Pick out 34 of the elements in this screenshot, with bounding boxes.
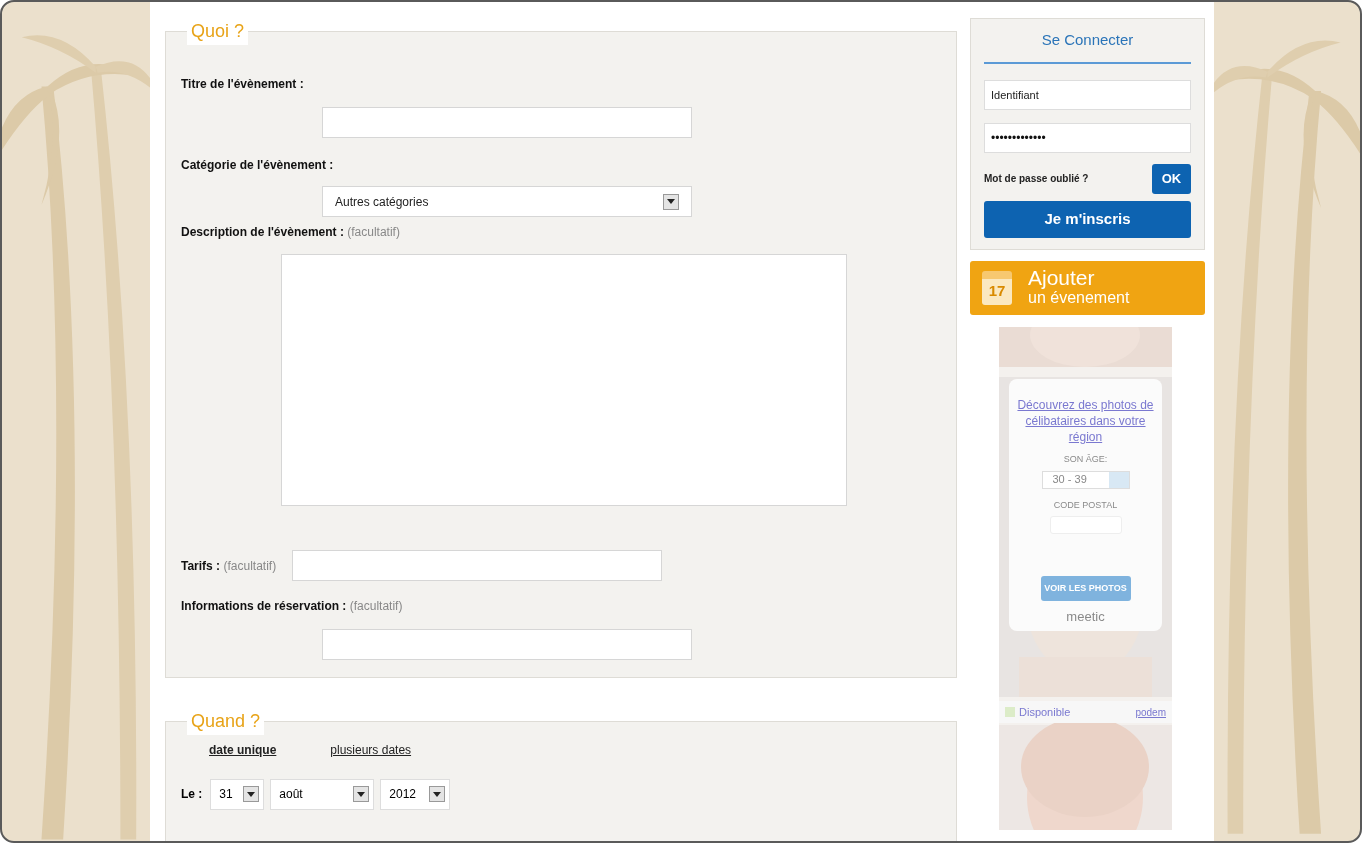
date-select[interactable]: 2012 [380, 778, 451, 810]
date-select[interactable]: 31 [210, 778, 265, 810]
date-mode-tab[interactable]: plusieurs dates [330, 740, 412, 759]
ad-logo: meetic [1066, 608, 1105, 626]
field-label: Tarifs : (facultatif) [181, 557, 277, 575]
ok-button[interactable]: OK [1152, 163, 1191, 194]
age-select[interactable]: 30 - 39 [1041, 470, 1130, 489]
date-select[interactable]: août [270, 778, 375, 810]
username-field[interactable]: Identifiant [984, 79, 1191, 110]
field-label: Titre de l'évènement : [181, 77, 304, 91]
dropdown-button[interactable] [243, 786, 260, 803]
dropdown-button[interactable] [429, 786, 446, 803]
category-select[interactable]: Autres catégories [322, 186, 692, 217]
ad-label: CODE POSTAL [1053, 498, 1118, 512]
description-textarea[interactable] [281, 254, 847, 506]
ad-link[interactable]: podem [1135, 704, 1166, 720]
register-button[interactable]: Je m'inscris [984, 200, 1191, 238]
password-field[interactable]: ••••••••••••• [984, 122, 1191, 153]
dropdown-button[interactable] [353, 786, 370, 803]
calendar-icon: 17 [982, 271, 1012, 305]
field-label: Description de l'évènement : (facultatif) [181, 225, 400, 239]
field-label: Catégorie de l'évènement : [181, 158, 334, 172]
ad-label: SON ÂGE: [1063, 453, 1108, 466]
dropdown-button[interactable] [663, 193, 679, 210]
text-input[interactable] [292, 550, 663, 581]
forgot-password-link[interactable]: Mot de passe oublié ? [984, 171, 1089, 186]
text-input[interactable] [322, 629, 692, 660]
ad-status: Disponible [1019, 704, 1071, 720]
date-label: Le : [181, 786, 203, 804]
text-input[interactable] [322, 107, 692, 138]
login-title: Se Connecter [984, 29, 1191, 64]
ad-headline: Découvrez des photos de célibataires dans votre région [1016, 397, 1155, 445]
field-label: Informations de réservation : (facultatif) [181, 599, 403, 613]
date-mode-tab[interactable]: date unique [209, 740, 277, 759]
